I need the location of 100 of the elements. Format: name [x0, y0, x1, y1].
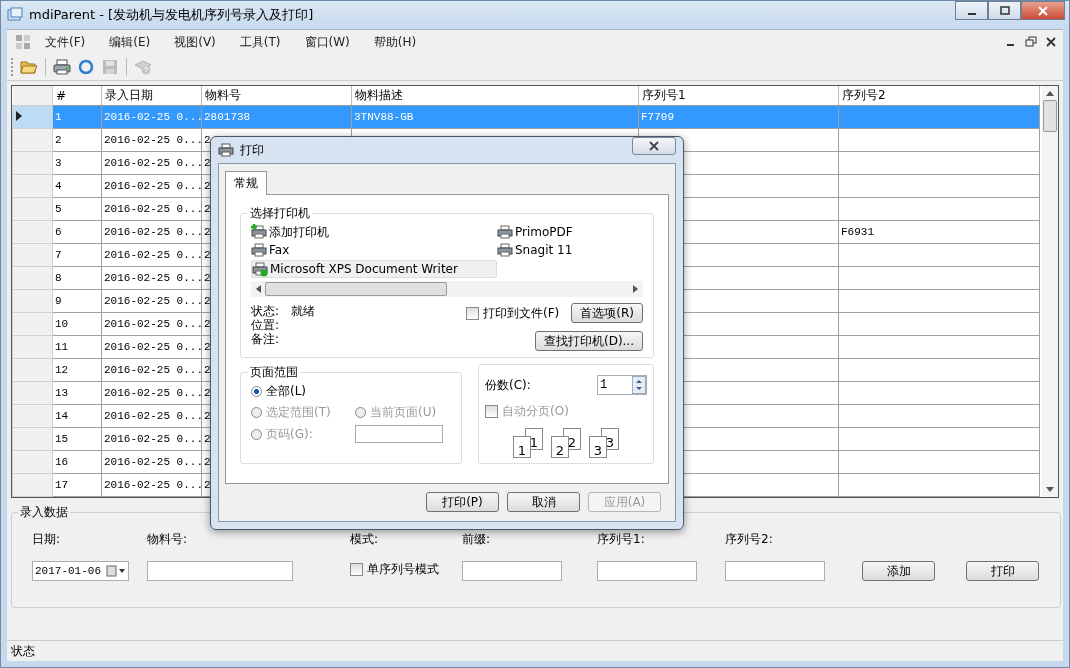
scroll-thumb[interactable] — [265, 282, 447, 296]
input-field[interactable] — [725, 561, 825, 581]
printer-icon — [251, 242, 267, 258]
scroll-left-icon[interactable] — [255, 285, 261, 293]
menu-item[interactable]: 工具(T) — [239, 33, 281, 51]
action-button[interactable]: 添加 — [862, 561, 935, 581]
scroll-up-icon[interactable] — [1046, 90, 1054, 96]
maximize-icon — [999, 5, 1010, 16]
menu-item[interactable]: 文件(F) — [45, 33, 86, 51]
page-range-field[interactable] — [355, 425, 443, 443]
column-header[interactable]: # — [52, 86, 102, 106]
close-icon[interactable] — [1045, 36, 1057, 48]
table-cell: 17 — [55, 479, 69, 491]
row-header[interactable] — [12, 105, 53, 129]
printer-item[interactable]: Snagit 11 — [497, 242, 643, 258]
table-cell: 11 — [55, 341, 69, 353]
input-field[interactable] — [147, 561, 293, 581]
horizontal-scrollbar[interactable] — [251, 281, 643, 297]
table-cell: 2016-02-25 0... — [104, 226, 201, 238]
date-picker[interactable]: 2017-01-06 — [32, 561, 129, 581]
field-label: 序列号2: — [725, 531, 774, 547]
printer-item[interactable]: Fax — [251, 242, 497, 258]
find-printer-button[interactable]: 查找打印机(D)... — [534, 331, 643, 351]
table-cell: 12 — [55, 364, 69, 376]
printer-icon — [251, 224, 267, 240]
current-row-icon — [15, 110, 23, 121]
column-header[interactable]: 物料号 — [201, 86, 352, 106]
minimize-button[interactable] — [955, 1, 988, 20]
table-cell: 2 — [55, 134, 62, 146]
folder-icon — [20, 59, 38, 75]
table-cell: 9 — [55, 295, 62, 307]
status-text: 状态 — [11, 642, 35, 660]
printer-item[interactable]: PrimoPDF — [497, 224, 643, 240]
menu-item[interactable]: 帮助(H) — [373, 33, 417, 51]
table-cell: 2 — [204, 341, 211, 353]
column-header[interactable]: 物料描述 — [351, 86, 639, 106]
group-title: 录入数据 — [19, 504, 69, 521]
table-cell: 2016-02-25 0... — [104, 341, 201, 353]
status-value: 就绪 — [291, 303, 316, 317]
app-icon — [7, 7, 23, 23]
document-icon — [15, 34, 31, 50]
column-header[interactable]: 录入日期 — [101, 86, 202, 106]
menu-item[interactable]: 编辑(E) — [109, 33, 151, 51]
column-header[interactable]: 序列号1 — [638, 86, 839, 106]
close-button[interactable] — [632, 137, 676, 155]
dialog-button[interactable]: 取消 — [507, 492, 580, 512]
table-cell: 1 — [55, 111, 62, 123]
input-field[interactable] — [462, 561, 562, 581]
table-cell: 2 — [204, 226, 211, 238]
print-to-file-checkbox[interactable]: 打印到文件(F) — [466, 304, 560, 322]
table-cell: F6931 — [841, 226, 874, 238]
scroll-right-icon[interactable] — [633, 285, 639, 293]
vertical-scrollbar[interactable] — [1042, 86, 1058, 497]
table-cell: 2016-02-25 0... — [104, 111, 201, 123]
copies-spinner[interactable]: 1 — [597, 375, 647, 395]
printer-icon — [252, 261, 268, 277]
table-cell: 2 — [204, 387, 211, 399]
print-button[interactable] — [52, 58, 72, 76]
open-folder-button[interactable] — [19, 58, 39, 76]
refresh-button[interactable] — [76, 58, 96, 76]
group-title: 页面范围 — [249, 364, 299, 381]
table-cell: 14 — [55, 410, 69, 422]
table-cell: 2016-02-25 0... — [104, 364, 201, 376]
location-label: 位置: — [251, 317, 280, 331]
scroll-down-icon[interactable] — [1046, 487, 1054, 493]
action-button[interactable]: 打印 — [966, 561, 1039, 581]
table-cell: 2016-02-25 0... — [104, 249, 201, 261]
help-icon — [134, 59, 152, 75]
scroll-thumb[interactable] — [1043, 100, 1057, 132]
printer-icon — [497, 242, 513, 258]
field-label: 前缀: — [462, 531, 492, 547]
table-cell: 2 — [204, 364, 211, 376]
maximize-button[interactable] — [988, 1, 1021, 20]
radio-button[interactable]: 全部(L) — [251, 383, 451, 400]
copies-label: 份数(C): — [485, 376, 531, 394]
tab[interactable]: 常规 — [225, 171, 267, 195]
printer-item[interactable]: 添加打印机 — [251, 224, 497, 240]
printer-icon — [497, 224, 513, 240]
restore-icon[interactable] — [1025, 36, 1037, 48]
table-cell: 2016-02-25 0... — [104, 479, 201, 491]
table-cell: 2016-02-25 0... — [104, 456, 201, 468]
table-cell: 3TNV88-GB — [354, 111, 414, 123]
table-cell: 2016-02-25 0... — [104, 203, 201, 215]
table-cell: 10 — [55, 318, 69, 330]
table-cell: 2016-02-25 0... — [104, 180, 201, 192]
column-header[interactable]: 序列号2 — [838, 86, 1040, 106]
input-field[interactable] — [597, 561, 697, 581]
menu-item[interactable]: 窗口(W) — [304, 33, 350, 51]
menu-item[interactable]: 视图(V) — [174, 33, 216, 51]
preferences-button[interactable]: 首选项(R) — [571, 303, 643, 323]
printer-icon — [218, 143, 234, 157]
spinner-arrows-icon — [632, 376, 646, 394]
close-button[interactable] — [1021, 1, 1065, 20]
field-label: 物料号: — [147, 531, 189, 547]
table-cell: 2016-02-25 0... — [104, 387, 201, 399]
dialog-button[interactable]: 打印(P) — [426, 492, 499, 512]
refresh-icon — [77, 59, 95, 75]
single-serial-mode-checkbox[interactable]: 单序列号模式 — [350, 561, 462, 578]
table-cell: 2 — [204, 180, 211, 192]
printer-item[interactable]: Microsoft XPS Document Writer — [251, 260, 497, 278]
